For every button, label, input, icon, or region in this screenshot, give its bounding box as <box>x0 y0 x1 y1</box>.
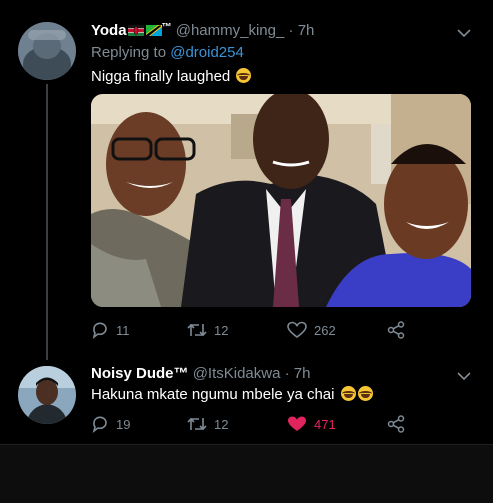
heart-filled-icon <box>288 416 306 431</box>
like-button[interactable]: 471 <box>287 414 336 434</box>
avatar-image <box>18 366 76 424</box>
tweet-2[interactable]: Noisy Dude™ @ItsKidakwa · 7h Hakuna mkat… <box>0 0 493 445</box>
share-button[interactable] <box>387 414 405 434</box>
reply-button[interactable]: 19 <box>91 414 130 434</box>
display-name[interactable]: Noisy Dude™ <box>91 365 189 382</box>
chevron-down-icon[interactable] <box>457 371 471 381</box>
tweet-text-content: Hakuna mkate ngumu mbele ya chai <box>91 386 335 403</box>
avatar[interactable] <box>18 366 76 424</box>
face-with-tears-of-joy-icon <box>357 386 373 401</box>
tweet-header: Noisy Dude™ @ItsKidakwa · 7h <box>91 365 310 382</box>
reply-icon <box>92 416 107 433</box>
separator-dot: · <box>284 365 290 382</box>
retweet-count: 12 <box>214 416 229 432</box>
timestamp[interactable]: 7h <box>294 365 311 382</box>
handle[interactable]: @ItsKidakwa <box>193 365 281 382</box>
like-count: 471 <box>314 416 336 432</box>
retweet-button[interactable]: 12 <box>187 414 228 434</box>
empty-area <box>0 445 493 503</box>
reply-count: 19 <box>116 416 131 432</box>
tweet-text: Hakuna mkate ngumu mbele ya chai <box>91 386 373 403</box>
share-icon <box>387 415 405 433</box>
face-with-tears-of-joy-icon <box>340 386 356 401</box>
retweet-icon <box>187 417 207 431</box>
